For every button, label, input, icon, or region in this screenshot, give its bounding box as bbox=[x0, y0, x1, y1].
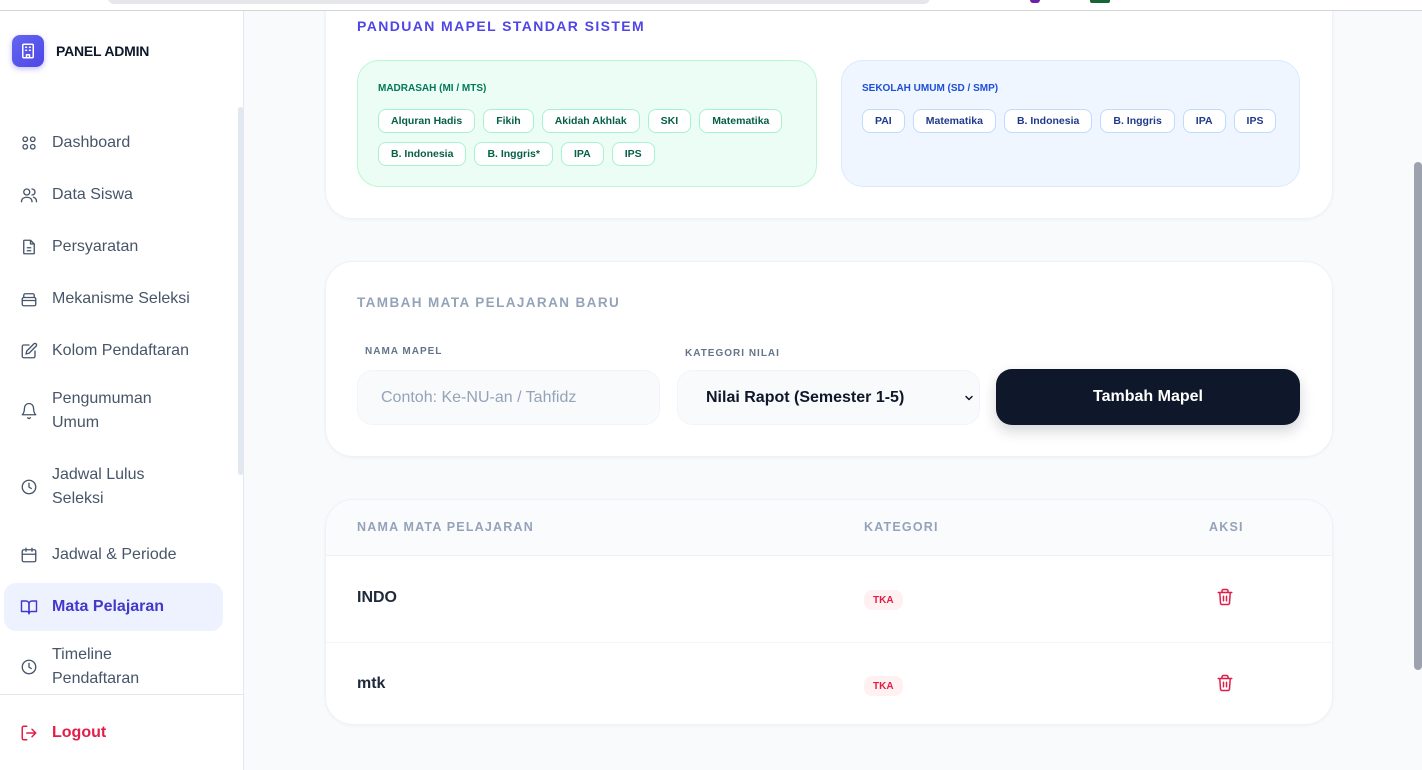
browser-top-strip bbox=[0, 0, 1422, 11]
sidebar-item-label: Mata Pelajaran bbox=[52, 598, 165, 615]
category-select[interactable]: Nilai Rapot (Semester 1-5) bbox=[677, 370, 980, 425]
madrasah-label: MADRASAH (MI / MTS) bbox=[378, 83, 487, 94]
subject-chip: B. Indonesia bbox=[1003, 109, 1093, 133]
browser-address-bar[interactable] bbox=[108, 0, 930, 4]
edit-icon bbox=[21, 342, 38, 359]
main-scrollbar[interactable] bbox=[1414, 162, 1422, 670]
file-text-icon bbox=[23, 239, 35, 255]
sidebar-item-data-siswa[interactable]: Data Siswa bbox=[4, 171, 223, 219]
add-form-title: TAMBAH MATA PELAJARAN BARU bbox=[357, 295, 621, 310]
browser-extension-icon[interactable] bbox=[1030, 0, 1040, 3]
logout-icon bbox=[21, 725, 37, 741]
sidebar-item-jadwal-lulus-seleksi[interactable]: Jadwal Lulus Seleksi bbox=[4, 455, 223, 519]
umum-label: SEKOLAH UMUM (SD / SMP) bbox=[862, 83, 999, 94]
category-badge: TKA bbox=[864, 676, 903, 696]
sidebar-item-label: Jadwal Lulus Seleksi bbox=[52, 466, 145, 507]
bell-icon bbox=[21, 402, 37, 420]
sidebar-item-pengumuman-umum[interactable]: Pengumuman Umum bbox=[4, 379, 223, 443]
table-row: INDO TKA bbox=[326, 557, 1332, 642]
subject-chip: IPS bbox=[1233, 109, 1277, 133]
browser-extension-icon-2[interactable] bbox=[1090, 0, 1110, 3]
sidebar-item-timeline-pendaftaran[interactable]: Timeline Pendaftaran bbox=[4, 635, 223, 699]
book-open-icon bbox=[20, 600, 38, 615]
clock-icon bbox=[21, 659, 37, 675]
clock-icon bbox=[21, 479, 37, 495]
calendar-icon bbox=[21, 547, 37, 563]
sidebar: PANEL ADMIN Dashboard Data Siswa Persyar… bbox=[0, 11, 244, 770]
subject-chip: Matematika bbox=[912, 109, 996, 133]
subject-name-input[interactable] bbox=[357, 370, 660, 425]
subjects-table: NAMA MATA PELAJARAN KATEGORI AKSI INDO T… bbox=[325, 499, 1333, 725]
umum-guide-box: SEKOLAH UMUM (SD / SMP) PAI Matematika B… bbox=[841, 60, 1300, 187]
subject-chip: IPS bbox=[611, 142, 655, 166]
delete-button[interactable] bbox=[1216, 588, 1234, 611]
subject-chip: B. Indonesia bbox=[378, 142, 467, 166]
grid-icon bbox=[22, 136, 36, 150]
logout-button[interactable]: Logout bbox=[20, 724, 106, 742]
subject-chip: B. Inggris* bbox=[474, 142, 553, 166]
madrasah-guide-box: MADRASAH (MI / MTS) Alquran Hadis Fikih … bbox=[357, 60, 817, 187]
delete-button[interactable] bbox=[1216, 674, 1234, 697]
sidebar-item-label: Dashboard bbox=[52, 134, 131, 151]
sidebar-item-label: Timeline Pendaftaran bbox=[52, 646, 140, 687]
subject-chip: IPA bbox=[1182, 109, 1226, 133]
category-select-value: Nilai Rapot (Semester 1-5) bbox=[706, 388, 905, 406]
subject-name: mtk bbox=[357, 675, 386, 692]
brand: PANEL ADMIN bbox=[12, 35, 149, 67]
table-header: NAMA MATA PELAJARAN KATEGORI AKSI bbox=[326, 500, 1332, 556]
subject-chip: PAI bbox=[862, 109, 905, 133]
subject-name-label: NAMA MAPEL bbox=[365, 346, 443, 357]
column-header-name: NAMA MATA PELAJARAN bbox=[357, 520, 534, 534]
brand-title: PANEL ADMIN bbox=[56, 43, 150, 59]
add-subject-card bbox=[325, 261, 1333, 457]
subject-chip: SKI bbox=[647, 109, 692, 133]
sidebar-item-jadwal-periode[interactable]: Jadwal & Periode bbox=[4, 531, 223, 579]
table-row: mtk TKA bbox=[326, 642, 1332, 724]
chevron-down-icon bbox=[965, 395, 973, 401]
sidebar-item-label: Mekanisme Seleksi bbox=[52, 290, 190, 307]
sidebar-item-label: Data Siswa bbox=[52, 186, 133, 203]
column-header-category: KATEGORI bbox=[864, 520, 939, 534]
sidebar-item-label: Persyaratan bbox=[52, 238, 139, 255]
sidebar-scrollbar[interactable] bbox=[238, 107, 243, 475]
category-label: KATEGORI NILAI bbox=[685, 348, 780, 359]
sidebar-divider bbox=[0, 694, 243, 695]
subject-chip: Alquran Hadis bbox=[378, 109, 476, 133]
column-header-action: AKSI bbox=[1209, 520, 1244, 534]
sidebar-item-kolom-pendaftaran[interactable]: Kolom Pendaftaran bbox=[4, 327, 223, 375]
subject-name: INDO bbox=[357, 589, 397, 606]
subject-chip: B. Inggris bbox=[1100, 109, 1175, 133]
users-icon bbox=[20, 188, 38, 203]
subject-chip: Fikih bbox=[483, 109, 534, 133]
guide-title: PANDUAN MAPEL STANDAR SISTEM bbox=[357, 18, 646, 34]
madrasah-chip-list: Alquran Hadis Fikih Akidah Akhlak SKI Ma… bbox=[378, 109, 798, 166]
subject-chip: IPA bbox=[560, 142, 604, 166]
sidebar-item-persyaratan[interactable]: Persyaratan bbox=[4, 223, 223, 271]
sidebar-item-label: Kolom Pendaftaran bbox=[52, 342, 189, 359]
sidebar-item-dashboard[interactable]: Dashboard bbox=[4, 119, 223, 167]
sidebar-item-label: Pengumuman Umum bbox=[52, 390, 152, 431]
logout-label: Logout bbox=[52, 724, 107, 741]
sidebar-item-label: Jadwal & Periode bbox=[52, 546, 177, 563]
sidebar-item-mata-pelajaran[interactable]: Mata Pelajaran bbox=[4, 583, 223, 631]
category-badge: TKA bbox=[864, 590, 903, 610]
subject-chip: Akidah Akhlak bbox=[541, 109, 640, 133]
sidebar-item-mekanisme-seleksi[interactable]: Mekanisme Seleksi bbox=[4, 275, 223, 323]
umum-chip-list: PAI Matematika B. Indonesia B. Inggris I… bbox=[862, 109, 1282, 133]
trash-icon bbox=[1217, 588, 1233, 606]
add-subject-button[interactable]: Tambah Mapel bbox=[996, 369, 1300, 425]
archive-icon bbox=[21, 293, 37, 307]
building-icon bbox=[12, 35, 44, 67]
trash-icon bbox=[1217, 674, 1233, 692]
subject-chip: Matematika bbox=[699, 109, 783, 133]
